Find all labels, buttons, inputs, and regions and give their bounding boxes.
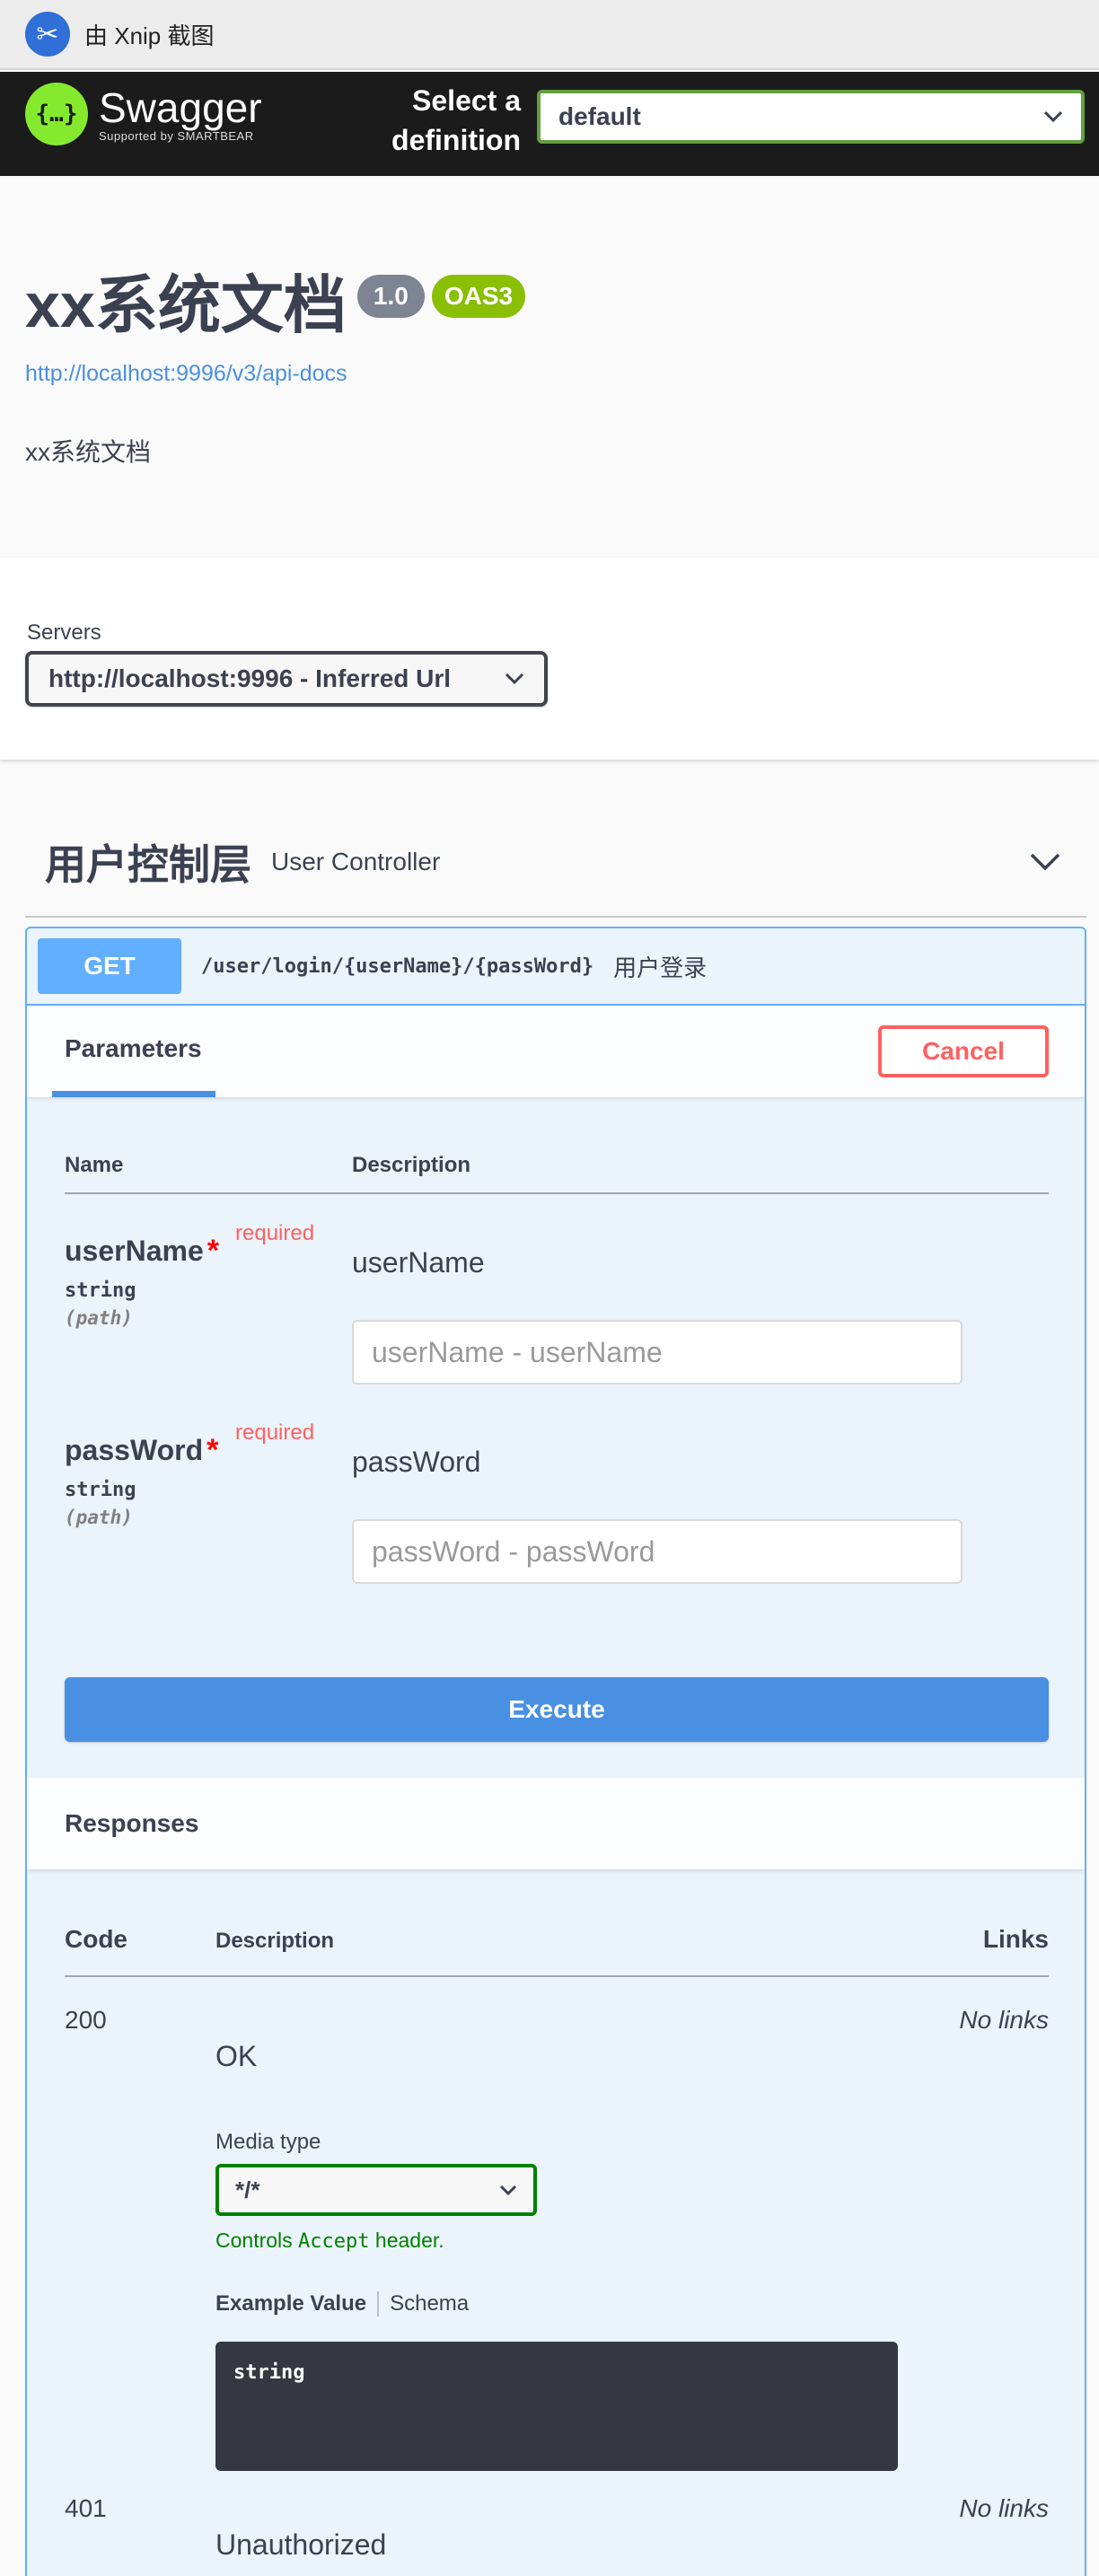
response-links: No links	[959, 2494, 1049, 2522]
parameter-row-password: passWord * required string (path) passWor…	[65, 1420, 1049, 1584]
capture-bar: ✂ 由 Xnip 截图	[0, 0, 1099, 70]
response-code: 200	[65, 2006, 107, 2034]
servers-label: Servers	[27, 620, 101, 645]
title-row: xx系统文档 1.0 OAS3	[25, 269, 526, 341]
column-description: Description	[215, 1929, 335, 1953]
capture-bar-text: 由 Xnip 截图	[84, 22, 215, 49]
response-description: Unauthorized	[215, 2528, 387, 2561]
parameter-row-username: userName * required string (path) userNam…	[65, 1221, 1049, 1385]
operation-path: /user/login/{userName}/{passWord}	[201, 954, 594, 978]
responses-table-header: Code Description Links	[65, 1925, 1049, 1977]
media-type-select[interactable]: */*	[215, 2164, 537, 2216]
parameter-name: passWord *	[65, 1433, 1049, 1468]
required-label: required	[235, 1420, 315, 1445]
definition-label: Select a definition	[391, 84, 521, 156]
chevron-down-icon	[1043, 110, 1063, 123]
required-star: *	[207, 1234, 219, 1268]
parameters-table-header: Name Description	[65, 1153, 1049, 1194]
example-tabs: Example Value Schema	[215, 2291, 469, 2317]
parameter-name-text: userName	[65, 1235, 204, 1267]
chevron-down-icon	[499, 2185, 517, 2195]
servers-section: Servers http://localhost:9996 - Inferred…	[0, 558, 1099, 760]
tag-header-user-controller[interactable]: 用户控制层 User Controller	[25, 808, 1086, 918]
api-docs-link[interactable]: http://localhost:9996/v3/api-docs	[25, 361, 347, 387]
response-code: 401	[65, 2494, 107, 2522]
swagger-brand-sub: Supported by SMARTBEAR	[99, 128, 254, 143]
parameter-name: userName *	[65, 1234, 1049, 1269]
execute-button[interactable]: Execute	[65, 1677, 1049, 1742]
swagger-logo-text: Swagger Supported by SMARTBEAR	[99, 86, 262, 143]
chevron-down-icon	[505, 673, 524, 685]
parameter-type: string	[65, 1279, 136, 1302]
oas-badge: OAS3	[431, 275, 526, 318]
api-info: xx系统文档 1.0 OAS3 http://localhost:9996/v3…	[0, 176, 1099, 558]
tab-schema[interactable]: Schema	[379, 2291, 469, 2317]
column-code: Code	[65, 1925, 127, 1953]
password-input[interactable]	[352, 1519, 963, 1584]
required-star: *	[207, 1433, 219, 1467]
definition-select-value: default	[558, 102, 641, 130]
page-title: xx系统文档	[25, 270, 347, 340]
operation-get-user-login: GET /user/login/{userName}/{passWord} 用户…	[25, 927, 1086, 2576]
tag-description: User Controller	[271, 848, 441, 875]
swagger-logo[interactable]: {…} Swagger Supported by SMARTBEAR	[25, 83, 262, 145]
media-type-value: */*	[235, 2176, 260, 2203]
media-type-label: Media type	[215, 2130, 321, 2154]
operation-summary[interactable]: GET /user/login/{userName}/{passWord} 用户…	[27, 928, 1085, 1006]
version-badge: 1.0	[356, 275, 425, 318]
parameter-name-text: passWord	[65, 1434, 204, 1466]
required-label: required	[235, 1221, 315, 1245]
controls-suffix: header.	[369, 2229, 444, 2252]
example-value-box: string	[215, 2342, 898, 2471]
swagger-topbar: {…} Swagger Supported by SMARTBEAR Selec…	[0, 72, 1099, 176]
method-badge: GET	[38, 938, 181, 994]
server-select-value: http://localhost:9996 - Inferred Url	[48, 664, 452, 692]
tab-example-value[interactable]: Example Value	[215, 2291, 380, 2317]
response-links: No links	[959, 2006, 1049, 2034]
responses-header: Responses	[27, 1778, 1085, 1869]
swagger-logo-icon: {…}	[25, 83, 88, 145]
xnip-logo-icon: ✂	[25, 12, 70, 57]
column-links: Links	[982, 1925, 1049, 1953]
api-description: xx系统文档	[25, 438, 152, 466]
tab-parameters[interactable]: Parameters	[52, 1006, 215, 1097]
controls-accept-note: Controls Accept header.	[215, 2229, 444, 2253]
parameter-description: userName	[352, 1246, 485, 1279]
column-name: Name	[65, 1153, 124, 1177]
cancel-button[interactable]: Cancel	[878, 1025, 1049, 1077]
column-description: Description	[352, 1153, 471, 1177]
accept-code: Accept	[298, 2230, 370, 2253]
controls-prefix: Controls	[215, 2229, 299, 2252]
username-input[interactable]	[352, 1320, 963, 1385]
server-select[interactable]: http://localhost:9996 - Inferred Url	[25, 651, 548, 707]
parameters-header: Parameters Cancel	[27, 1006, 1085, 1097]
response-description: OK	[215, 2040, 258, 2072]
tag-name: 用户控制层	[45, 841, 251, 888]
swagger-brand: Swagger	[99, 84, 262, 131]
definition-select[interactable]: default	[537, 90, 1085, 144]
operation-summary-text: 用户登录	[613, 954, 708, 981]
parameter-type: string	[65, 1479, 136, 1501]
parameter-description: passWord	[352, 1446, 481, 1478]
chevron-down-icon[interactable]	[1029, 852, 1061, 872]
